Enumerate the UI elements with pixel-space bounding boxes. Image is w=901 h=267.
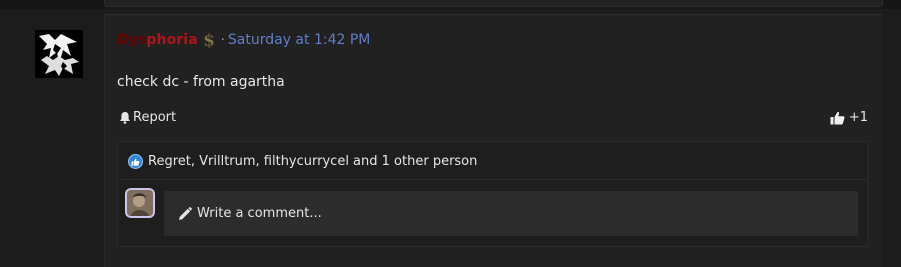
reactions-divider bbox=[118, 179, 867, 180]
like-button[interactable]: +1 bbox=[830, 110, 868, 125]
header-separator: · bbox=[220, 32, 225, 48]
thumbs-up-icon bbox=[830, 111, 845, 124]
post-timestamp[interactable]: Saturday at 1:42 PM bbox=[228, 32, 370, 48]
username-link[interactable]: Dysphoria bbox=[117, 32, 198, 48]
reaction-summary[interactable]: Regret, Vrilltrum, filthycurrycel and 1 … bbox=[128, 154, 477, 169]
bell-icon bbox=[120, 112, 130, 124]
pencil-icon bbox=[179, 206, 192, 220]
reactions-panel: Regret, Vrilltrum, filthycurrycel and 1 … bbox=[117, 141, 868, 247]
user-avatar[interactable] bbox=[35, 30, 83, 78]
reaction-users-text: Regret, Vrilltrum, filthycurrycel and 1 … bbox=[148, 154, 478, 169]
comment-placeholder: Write a comment... bbox=[197, 206, 322, 221]
dollar-badge-icon: $ bbox=[203, 31, 215, 49]
post-message: check dc - from agartha bbox=[117, 74, 285, 90]
report-button[interactable]: Report bbox=[119, 110, 176, 125]
report-label: Report bbox=[133, 110, 177, 125]
like-count: +1 bbox=[848, 110, 868, 125]
like-reaction-icon bbox=[128, 154, 143, 169]
previous-post-edge bbox=[104, 0, 883, 7]
post-header: Dysphoria $ · Saturday at 1:42 PM bbox=[117, 30, 370, 50]
svg-text:$: $ bbox=[203, 31, 215, 49]
comment-input[interactable]: Write a comment... bbox=[164, 191, 858, 236]
current-user-avatar[interactable] bbox=[127, 190, 153, 216]
